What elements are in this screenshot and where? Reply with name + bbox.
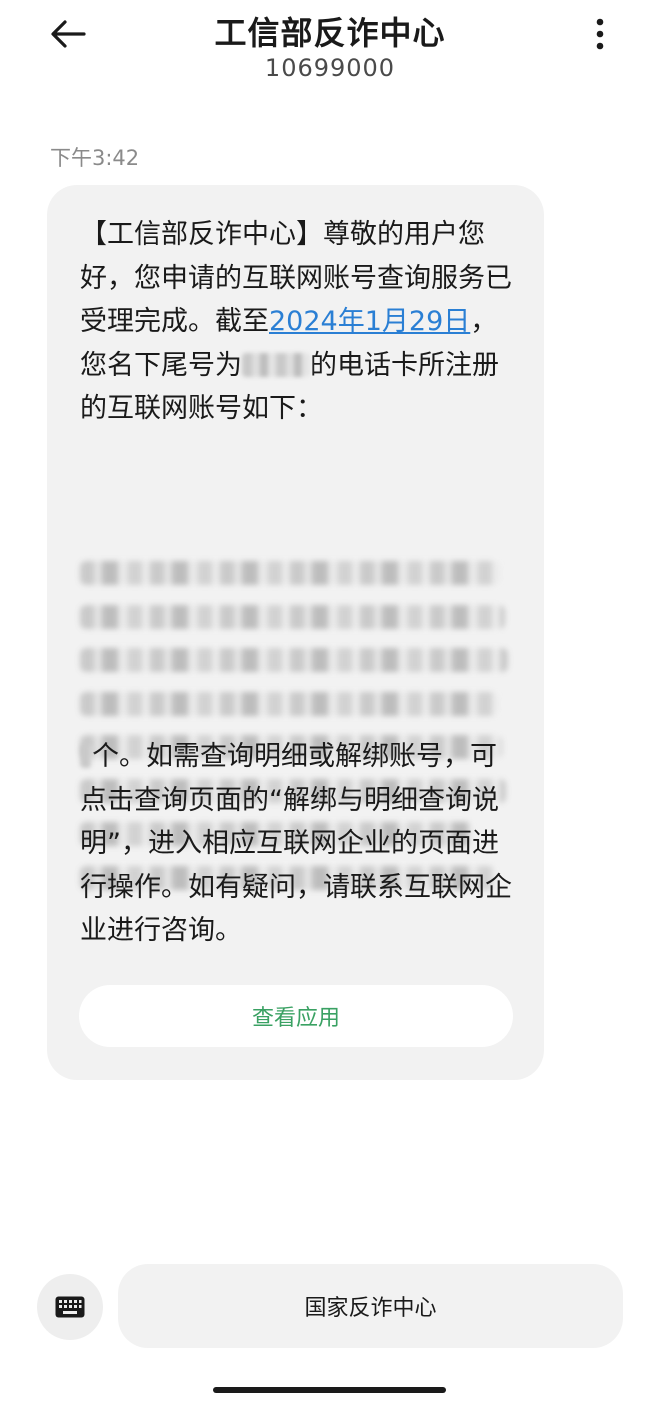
masked-line: [80, 648, 508, 672]
quick-reply-button[interactable]: 国家反诈中心: [118, 1264, 623, 1348]
message-text-continued: 个。如需查询明细或解绑账号，可点击查询页面的“解绑与明细查询说明”，进入相应互联…: [80, 735, 515, 953]
home-indicator: [213, 1387, 446, 1393]
message-text: 【工信部反诈中心】尊敬的用户您好，您申请的互联网账号查询服务已受理完成。截至20…: [80, 213, 515, 431]
message-bubble: 【工信部反诈中心】尊敬的用户您好，您申请的互联网账号查询服务已受理完成。截至20…: [47, 185, 544, 1080]
view-app-button[interactable]: 查看应用: [79, 985, 513, 1047]
masked-phone-tail: [242, 352, 310, 377]
keyboard-icon: [55, 1296, 85, 1318]
more-options-button[interactable]: [578, 12, 622, 56]
masked-line: [80, 691, 498, 716]
conversation-title: 工信部反诈中心: [214, 14, 446, 52]
masked-line: [80, 561, 500, 585]
masked-count: [80, 744, 92, 768]
more-vertical-icon: [596, 18, 604, 50]
sender-number: 10699000: [264, 54, 396, 82]
masked-line: [80, 604, 505, 629]
date-link[interactable]: 2024年1月29日: [269, 306, 470, 337]
keyboard-toggle-button[interactable]: [37, 1274, 103, 1340]
message-timestamp: 下午3:42: [50, 146, 140, 170]
message-text-part4: 个。如需查询明细或解绑账号，可点击查询页面的“解绑与明细查询说明”，进入相应互联…: [80, 741, 512, 946]
